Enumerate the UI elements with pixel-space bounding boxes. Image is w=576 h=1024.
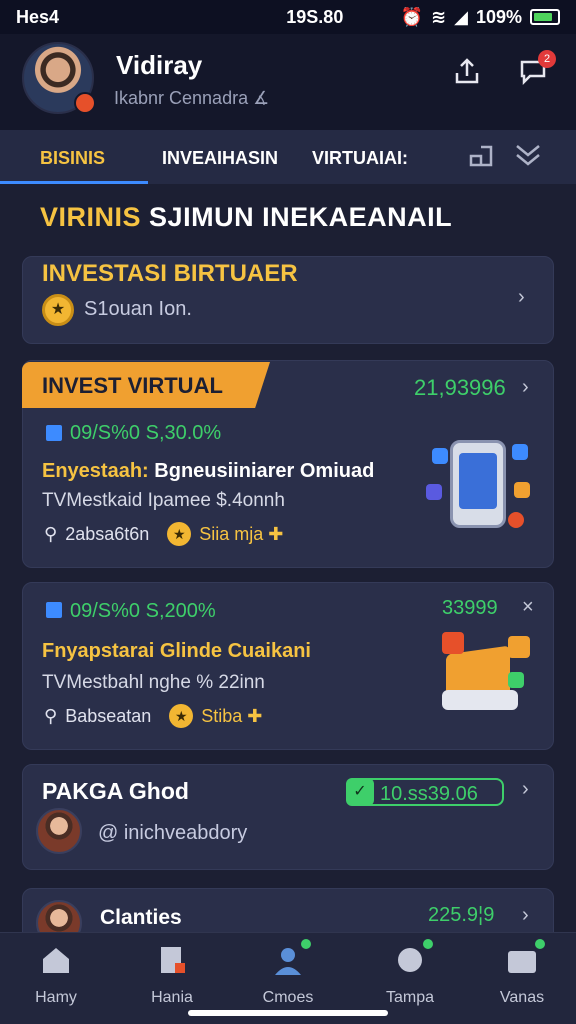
signal-icon: ◢ (454, 6, 468, 27)
tab-inveaihasin[interactable]: INVEAIHASIN (162, 148, 278, 169)
tab-virtuaiai[interactable]: VIRTUAIAI: (312, 148, 408, 169)
cart-base-icon (442, 690, 518, 710)
balance-badge: ✓ 10.ss39.06 (346, 778, 504, 806)
close-icon[interactable]: × (522, 596, 534, 619)
app-tile-icon (442, 632, 464, 654)
chevron-right-icon[interactable]: › (518, 286, 525, 309)
card2-percent: 09/S%0 S,30.0% (70, 422, 222, 444)
avatar[interactable] (36, 808, 82, 854)
card3-tag[interactable]: Stiba ✚ (201, 706, 262, 727)
coin-icon: ★ (42, 294, 74, 326)
link-icon: ⚲ (44, 523, 58, 544)
nav-dot (299, 937, 313, 951)
card5-title: Clanties (100, 906, 182, 929)
card2-subtitle: TVMestkaid Ipamee $.4onnh (42, 490, 285, 511)
card2-meta-row: ⚲ 2absa6t6n ★ Siia mja ✚ (44, 522, 283, 546)
coin-icon: ★ (169, 704, 194, 728)
calendar-icon (46, 602, 62, 618)
nav-label: Hamy (35, 989, 77, 1006)
card2-title-white: Bgneusiiniarer Omiuad (154, 460, 375, 482)
nav-item-home[interactable]: Hamy (8, 943, 104, 1007)
wallet-icon (505, 937, 547, 977)
calendar-icon (46, 425, 62, 441)
battery-icon (530, 9, 560, 25)
status-center: 19S.80 (286, 6, 344, 27)
card1-subtitle: S1ouan Ion. (84, 298, 192, 320)
nav-label: Cmoes (262, 989, 314, 1006)
app-tile-icon (514, 482, 530, 498)
card2-title: Enyestaah: Bgneusiiniarer Omiuad (42, 460, 374, 483)
home-icon (39, 943, 73, 977)
nav-item-docs[interactable]: Hania (124, 943, 220, 1007)
status-time: Hes4 (16, 6, 60, 27)
chevron-right-icon[interactable]: › (522, 376, 529, 399)
app-tile-icon (512, 444, 528, 460)
user-name: Vidiray (116, 50, 203, 80)
profile-header: Vidiray Ikabnr Cennadra ∡ (0, 34, 576, 130)
section-title-yellow: VIRINIS (40, 202, 142, 232)
app-tile-icon (508, 636, 530, 658)
avatar-status-dot (74, 92, 96, 114)
document-icon (155, 943, 189, 977)
nav-label: Hania (151, 989, 193, 1006)
card2-title-yellow: Enyestaah: (42, 460, 149, 482)
card3-meta-row: ⚲ Babseatan ★ Stiba ✚ (44, 704, 262, 728)
share-icon[interactable] (450, 56, 484, 90)
status-bar: Hes4 19S.80 ⏰ ≋ ◢ 109% (0, 0, 576, 34)
app-tile-icon (508, 512, 524, 528)
nav-dot (533, 937, 547, 951)
active-tab-indicator (0, 181, 148, 184)
nav-item-globe[interactable]: Tampa (362, 937, 458, 1007)
section-title: VIRINIS SJIMUN INEKAEANAIL (40, 202, 452, 233)
card3-amount: 33999 (442, 597, 498, 619)
app-tile-icon (508, 672, 524, 688)
card4-title: PAKGA Ghod (42, 778, 189, 804)
plus-icon: ✓ (346, 778, 374, 806)
section-title-white: SJIMUN INEKAEANAIL (149, 202, 453, 232)
card2-tag[interactable]: Siia mja ✚ (199, 524, 283, 545)
card3-percent: 09/S%0 S,200% (70, 600, 216, 622)
status-icons: ⏰ ≋ ◢ 109% (401, 7, 560, 28)
battery-percent: 109% (475, 6, 522, 27)
phone-illustration-icon (450, 440, 506, 528)
tab-bisinis[interactable]: BISINIS (40, 148, 105, 169)
nav-label: Vanas (499, 989, 545, 1006)
card2-meta: 2absa6t6n (65, 523, 150, 544)
card4-handle: @ inichveabdory (98, 822, 248, 844)
nav-label: Tampa (385, 989, 435, 1006)
card3-meta: Babseatan (65, 705, 152, 726)
app-tile-icon (432, 448, 448, 464)
card3-title: Fnyapstarai Glinde Cuaikani (42, 640, 311, 662)
card5-amount: 225.9¦9 (428, 904, 495, 926)
chevron-down-icon[interactable] (514, 142, 542, 175)
ribbon-label: INVEST VIRTUAL (42, 373, 223, 398)
nav-item-wallet[interactable]: Vanas (474, 937, 570, 1007)
nav-item-people[interactable]: Cmoes (240, 937, 336, 1007)
globe-icon (393, 937, 435, 977)
nav-dot (421, 937, 435, 951)
link-icon: ⚲ (44, 705, 58, 726)
card2-amount: 21,93996 (414, 375, 506, 400)
card4-badge-value: 10.ss39.06 (380, 783, 478, 805)
coin-icon: ★ (167, 522, 192, 546)
card3-subtitle: TVMestbahl nghe % 22inn (42, 672, 265, 693)
chevron-right-icon[interactable]: › (522, 778, 529, 801)
chat-badge: 2 (538, 50, 556, 68)
people-icon (271, 937, 313, 977)
card1-title: INVESTASI BIRTUAER (42, 260, 298, 287)
user-subtitle: Ikabnr Cennadra ∡ (114, 88, 270, 108)
app-tile-icon (426, 484, 442, 500)
grid-icon[interactable] (468, 142, 494, 175)
chevron-right-icon[interactable]: › (522, 904, 529, 927)
home-indicator[interactable] (188, 1010, 388, 1016)
alarm-icon: ⏰ (400, 6, 424, 27)
wifi-icon: ≋ (431, 6, 447, 27)
